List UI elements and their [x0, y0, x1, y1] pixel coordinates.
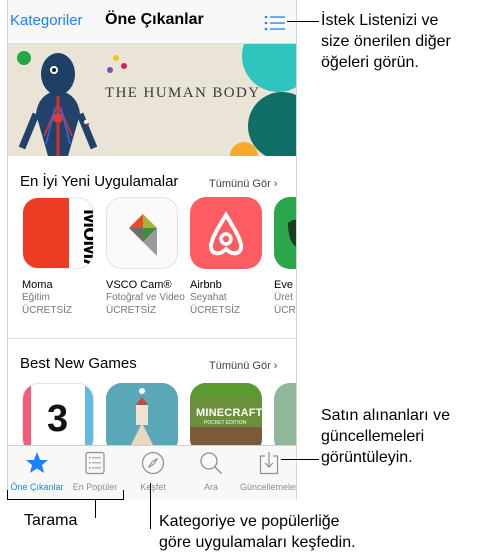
minecraft-logo-text: MINECRAFT	[196, 407, 262, 419]
callout-line-updates	[281, 459, 319, 460]
compass-icon	[141, 451, 165, 475]
tab-bar: Öne Çıkanlar En Popüler Keşfet Ara Günce…	[8, 445, 297, 500]
app-price[interactable]: ÜCRETSİZ	[190, 305, 240, 316]
tab-explore[interactable]: Keşfet	[124, 446, 182, 500]
section-title-games: Best New Games	[20, 355, 137, 372]
app-category: Seyahat	[190, 292, 227, 303]
callout-browse: Tarama	[24, 512, 78, 529]
app-name: Moma	[22, 279, 53, 291]
tab-label: Öne Çıkanlar	[10, 482, 64, 492]
featured-banner[interactable]: THE HUMAN BODY	[8, 44, 296, 156]
browse-bracket-left	[7, 490, 8, 499]
callout-discover: Kategoriye ve popülerliğe göre uygulamal…	[159, 511, 356, 553]
app-price[interactable]: ÜCRETSİZ	[106, 305, 156, 316]
callout-wishlist: İstek Listenizi ve size önerilen diğer ö…	[321, 10, 451, 73]
tab-label: Keşfet	[140, 482, 166, 492]
navigation-bar: Kategoriler Öne Çıkanlar	[8, 0, 296, 44]
tab-updates[interactable]: Güncellemeler	[240, 446, 297, 500]
moma-icon-text: MoMA	[78, 209, 94, 269]
callout-wishlist-line-1: İstek Listenizi ve	[321, 12, 439, 29]
minecraft-pocket-edition-text: POCKET EDITION	[204, 420, 247, 426]
tab-label: En Popüler	[72, 482, 118, 492]
callout-wishlist-line-3: öğeleri görün.	[321, 54, 419, 71]
callout-updates-line-2: güncellemeleri	[321, 428, 425, 445]
see-all-games[interactable]: Tümünü Gör ›	[209, 360, 277, 372]
callout-line-wishlist	[287, 21, 319, 22]
vsco-logo-icon	[129, 214, 157, 256]
callout-wishlist-line-2: size önerilen diğer	[321, 33, 451, 50]
app-category: Üret	[274, 292, 293, 303]
app-price[interactable]: ÜCR	[274, 305, 296, 316]
section-title-new-apps: En İyi Yeni Uygulamalar	[20, 173, 179, 190]
list-icon	[85, 451, 105, 475]
app-icon-eve[interactable]	[274, 197, 296, 269]
tab-label: Güncellemeler	[240, 482, 297, 492]
app-name: Eve	[274, 279, 293, 291]
game-three-digit: 3	[47, 398, 69, 440]
wishlist-icon[interactable]	[264, 15, 286, 31]
app-category: Eğitim	[22, 292, 50, 303]
callout-updates-line-3: görüntüleyin.	[321, 449, 413, 466]
app-price[interactable]: ÜCRETSİZ	[22, 305, 72, 316]
update-icon	[259, 452, 279, 475]
app-icon-vsco[interactable]	[106, 197, 178, 269]
categories-link[interactable]: Kategoriler	[10, 12, 83, 29]
banner-title: THE HUMAN BODY	[105, 85, 261, 101]
section-divider	[8, 338, 296, 339]
tab-search[interactable]: Ara	[182, 446, 240, 500]
callout-discover-line-2: göre uygulamaları keşfedin.	[159, 534, 356, 551]
browse-bracket-bottom	[7, 499, 124, 500]
app-category: Fotoğraf ve Video	[106, 292, 185, 303]
tab-top-charts[interactable]: En Popüler	[66, 446, 124, 500]
tab-label: Ara	[203, 482, 218, 492]
app-icon-airbnb[interactable]	[190, 197, 262, 269]
tab-featured[interactable]: Öne Çıkanlar	[8, 446, 66, 500]
browse-bracket-right	[123, 490, 124, 499]
airbnb-logo-icon	[208, 211, 244, 256]
star-icon	[26, 452, 48, 473]
callout-line-discover	[150, 483, 151, 529]
app-name: VSCO Cam®	[106, 279, 172, 291]
callout-updates-line-1: Satın alınanları ve	[321, 407, 450, 424]
callout-updates: Satın alınanları ve güncellemeleri görün…	[321, 405, 450, 468]
search-icon	[200, 452, 222, 474]
see-all-new-apps[interactable]: Tümünü Gör ›	[209, 178, 277, 190]
callout-discover-line-1: Kategoriye ve popülerliğe	[159, 513, 340, 530]
app-store-screen: Kategoriler Öne Çıkanlar THE HUMAN BODY …	[7, 0, 297, 500]
page-title: Öne Çıkanlar	[105, 11, 204, 28]
app-icon-moma[interactable]: MoMA	[22, 197, 94, 269]
app-name: Airbnb	[190, 279, 222, 291]
eve-logo-icon	[288, 219, 296, 247]
browse-bracket-stem	[95, 500, 96, 518]
